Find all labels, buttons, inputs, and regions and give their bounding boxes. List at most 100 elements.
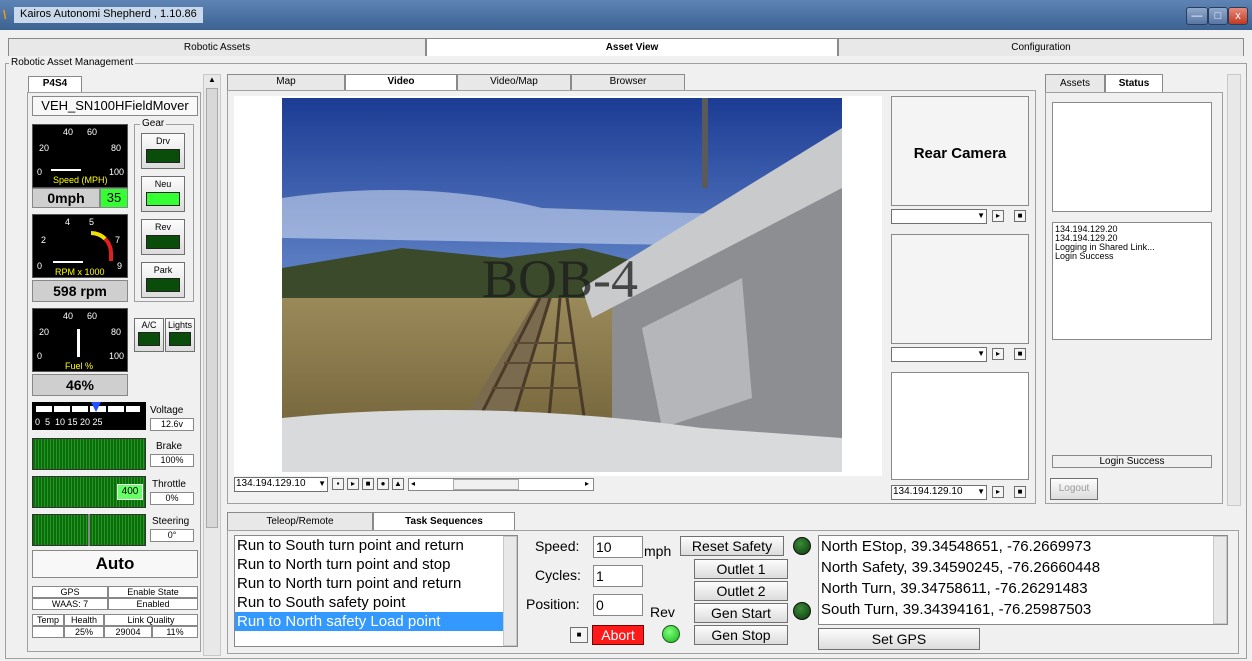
gen-stop-button[interactable]: Gen Stop — [694, 625, 788, 645]
vehicle-name: VEH_SN100HFieldMover — [32, 96, 198, 116]
generator-indicator — [793, 602, 811, 620]
steering-value: 0° — [150, 529, 194, 542]
voltage-value: 12.6v — [150, 418, 194, 431]
scroll-up-icon[interactable]: ▲ — [204, 75, 220, 84]
right-panel-scrollbar[interactable] — [1227, 74, 1241, 506]
list-item[interactable]: North Turn, 39.34758611, -76.26291483 — [819, 578, 1227, 599]
seek-left-icon[interactable]: ◂ — [411, 479, 415, 488]
record-icon[interactable]: ● — [377, 478, 389, 490]
tab-browser[interactable]: Browser — [571, 74, 685, 90]
voltage-bar: 0 5 10 15 20 25 — [32, 402, 146, 430]
rear-play-icon[interactable]: ▸ — [992, 210, 1004, 222]
tab-robotic-assets[interactable]: Robotic Assets — [8, 38, 426, 56]
tab-status[interactable]: Status — [1105, 74, 1163, 92]
logout-button[interactable]: Logout — [1050, 478, 1098, 500]
task-sequence-list[interactable]: Run to South turn point and return Run t… — [234, 535, 518, 647]
speed-gauge-label: Speed (MPH) — [53, 175, 108, 185]
camera-2-play-icon[interactable]: ▸ — [992, 348, 1004, 360]
left-panel-scrollbar[interactable]: ▲ — [203, 74, 221, 656]
gps-waypoint-list[interactable]: North EStop, 39.34548651, -76.2669973 No… — [818, 535, 1228, 625]
health-value: 25% — [64, 626, 104, 638]
rev-indicator — [662, 625, 680, 643]
camera-2-stop-icon[interactable]: ■ — [1014, 348, 1026, 360]
list-item[interactable]: Run to North turn point and stop — [235, 555, 517, 574]
camera-3-play-icon[interactable]: ▸ — [992, 486, 1004, 498]
task-list-scrollbar[interactable] — [503, 536, 517, 646]
seek-thumb[interactable] — [453, 479, 519, 490]
ac-button[interactable]: A/C — [134, 318, 164, 352]
close-button[interactable]: x — [1228, 7, 1248, 25]
play-icon[interactable]: ▸ — [347, 478, 359, 490]
dropdown-arrow-icon[interactable]: ▼ — [977, 211, 985, 220]
seek-right-icon[interactable]: ▸ — [585, 479, 589, 488]
scroll-thumb[interactable] — [206, 88, 218, 528]
reset-safety-button[interactable]: Reset Safety — [680, 536, 784, 556]
steering-label: Steering — [152, 516, 190, 527]
minimize-button[interactable]: — — [1186, 7, 1208, 25]
maximize-button[interactable]: □ — [1208, 7, 1228, 25]
outlet-2-button[interactable]: Outlet 2 — [694, 581, 788, 601]
camera-view-2 — [891, 234, 1029, 344]
rpm-readout: 598 rpm — [32, 280, 128, 302]
cycles-label: Cycles: — [535, 567, 581, 583]
status-log: 134.194.129.20 134.194.129.20 Logging in… — [1052, 222, 1212, 340]
list-item[interactable]: Run to South turn point and return — [235, 536, 517, 555]
camera-2-select[interactable]: ▼ — [891, 347, 987, 362]
list-item[interactable]: Run to North turn point and return — [235, 574, 517, 593]
dropdown-arrow-icon[interactable]: ▼ — [318, 479, 326, 488]
ac-indicator — [138, 332, 160, 346]
gps-list-scrollbar[interactable] — [1213, 536, 1227, 624]
video-seek-scrollbar[interactable]: ◂ ▸ — [408, 478, 594, 491]
rpm-needle — [53, 261, 83, 263]
throttle-value: 0% — [150, 492, 194, 505]
eject-icon[interactable]: ▲ — [392, 478, 404, 490]
outlet-1-button[interactable]: Outlet 1 — [694, 559, 788, 579]
abort-button[interactable]: Abort — [592, 625, 644, 645]
tab-map[interactable]: Map — [227, 74, 345, 90]
gear-rev-button[interactable]: Rev — [141, 219, 185, 255]
tab-configuration[interactable]: Configuration — [838, 38, 1244, 56]
gear-park-indicator — [146, 278, 180, 292]
tab-teleop[interactable]: Teleop/Remote — [227, 512, 373, 530]
gear-drv-button[interactable]: Drv — [141, 133, 185, 169]
gear-neu-button[interactable]: Neu — [141, 176, 185, 212]
speed-setpoint[interactable]: 35 — [100, 188, 128, 208]
enable-state: Enabled — [108, 598, 198, 610]
stop-icon[interactable]: ■ — [362, 478, 374, 490]
list-item[interactable]: North EStop, 39.34548651, -76.2669973 — [819, 536, 1227, 557]
rev-label: Rev — [650, 604, 675, 620]
tab-p4s4[interactable]: P4S4 — [28, 76, 82, 92]
record-save-icon[interactable]: ▪ — [332, 478, 344, 490]
position-input[interactable]: 0 — [593, 594, 643, 616]
task-stop-button[interactable]: ■ — [570, 627, 588, 643]
camera-3-select[interactable]: 134.194.129.10 ▼ — [891, 485, 987, 500]
fuel-readout: 46% — [32, 374, 128, 396]
rear-stop-icon[interactable]: ■ — [1014, 210, 1026, 222]
speed-input[interactable]: 10 — [593, 536, 643, 558]
list-item[interactable]: Run to South safety point — [235, 593, 517, 612]
rpm-redline — [91, 231, 113, 261]
gear-park-button[interactable]: Park — [141, 262, 185, 298]
tab-video-map[interactable]: Video/Map — [457, 74, 571, 90]
gen-start-button[interactable]: Gen Start — [694, 603, 788, 623]
rear-camera-select[interactable]: ▼ — [891, 209, 987, 224]
list-item[interactable]: North Safety, 39.34590245, -76.26660448 — [819, 557, 1227, 578]
video-ip-select[interactable]: 134.194.129.10 ▼ — [234, 477, 328, 492]
title-bar: \ Kairos Autonomi Shepherd , 1.10.86 — □… — [0, 0, 1252, 30]
dropdown-arrow-icon[interactable]: ▼ — [977, 349, 985, 358]
rear-camera-label: Rear Camera — [913, 145, 1007, 162]
dropdown-arrow-icon[interactable]: ▼ — [977, 487, 985, 496]
voltage-label: Voltage — [150, 405, 184, 416]
tab-asset-view[interactable]: Asset View — [426, 38, 838, 56]
tab-assets[interactable]: Assets — [1045, 74, 1105, 92]
set-gps-button[interactable]: Set GPS — [818, 628, 980, 650]
lights-button[interactable]: Lights — [165, 318, 195, 352]
tab-task-sequences[interactable]: Task Sequences — [373, 512, 515, 530]
safety-indicator — [793, 537, 811, 555]
tab-video[interactable]: Video — [345, 74, 457, 90]
brake-bar — [32, 438, 146, 470]
list-item[interactable]: Run to North safety Load point — [235, 612, 503, 631]
list-item[interactable]: South Turn, 39.34394161, -76.25987503 — [819, 599, 1227, 620]
cycles-input[interactable]: 1 — [593, 565, 643, 587]
camera-3-stop-icon[interactable]: ■ — [1014, 486, 1026, 498]
